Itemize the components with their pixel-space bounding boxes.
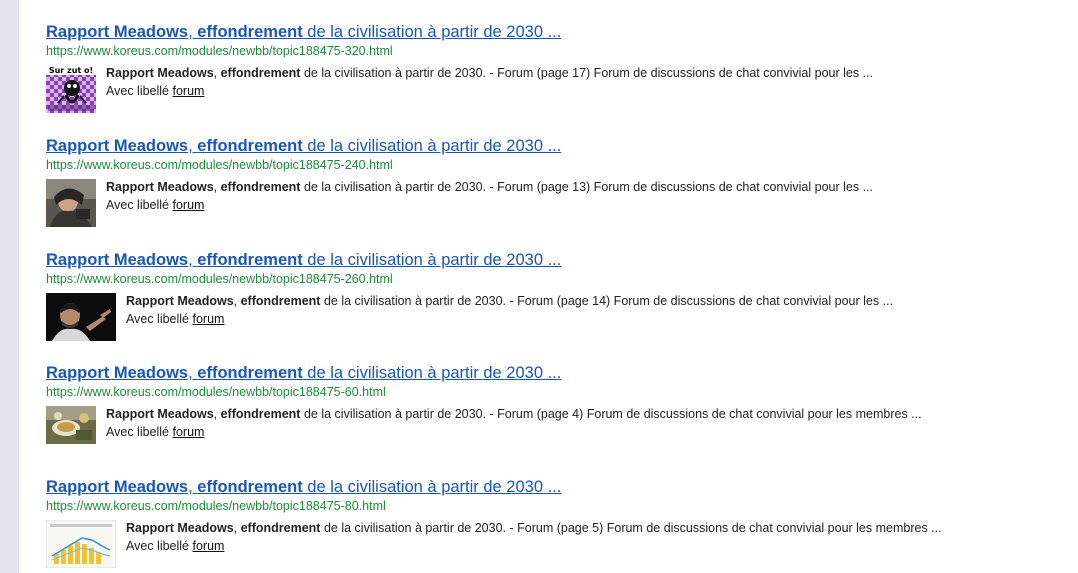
results-list: Rapport Meadows, effondrement de la civi…: [46, 22, 1056, 573]
snippet-bold-2: effondrement: [240, 521, 321, 535]
result-title-link[interactable]: Rapport Meadows, effondrement de la civi…: [46, 250, 561, 270]
result-title-link[interactable]: Rapport Meadows, effondrement de la civi…: [46, 477, 561, 497]
result-tagline: Avec libellé forum: [106, 196, 873, 214]
forum-tag-link[interactable]: forum: [172, 198, 204, 212]
snippet-rest: de la civilisation à partir de 2030. - F…: [320, 521, 942, 535]
title-bold-1: Rapport Meadows: [46, 251, 189, 269]
title-rest: de la civilisation à partir de 2030 ...: [302, 23, 562, 41]
result-tagline: Avec libellé forum: [126, 537, 942, 555]
tag-prefix: Avec libellé: [126, 539, 193, 553]
result-body: Rapport Meadows, effondrement de la civi…: [46, 519, 1056, 568]
tag-prefix: Avec libellé: [106, 84, 173, 98]
man-pointing-photo-icon[interactable]: [46, 293, 116, 341]
snippet-bold-2: effondrement: [220, 407, 301, 421]
forum-tag-link[interactable]: forum: [172, 425, 204, 439]
snippet-sep: ,: [233, 521, 241, 535]
title-sep: ,: [188, 478, 198, 496]
tag-prefix: Avec libellé: [106, 425, 173, 439]
snippet-bold-2: effondrement: [220, 66, 301, 80]
snippet-rest: de la civilisation à partir de 2030. - F…: [320, 294, 893, 308]
title-bold-1: Rapport Meadows: [46, 478, 189, 496]
result-tagline: Avec libellé forum: [106, 423, 922, 441]
result-url: https://www.koreus.com/modules/newbb/top…: [46, 44, 393, 58]
person-photo-icon[interactable]: [46, 179, 96, 227]
snippet-sep: ,: [233, 294, 241, 308]
result-text: Rapport Meadows, effondrement de la civi…: [106, 405, 922, 441]
result-url: https://www.koreus.com/modules/newbb/top…: [46, 385, 386, 399]
result-url: https://www.koreus.com/modules/newbb/top…: [46, 158, 393, 172]
result-item: Rapport Meadows, effondrement de la civi…: [46, 22, 1056, 136]
result-snippet: Rapport Meadows, effondrement de la civi…: [126, 519, 942, 537]
snippet-bold-1: Rapport Meadows: [106, 180, 214, 194]
tag-prefix: Avec libellé: [106, 198, 173, 212]
snippet-rest: de la civilisation à partir de 2030. - F…: [300, 180, 873, 194]
forum-tag-link[interactable]: forum: [192, 539, 224, 553]
title-rest: de la civilisation à partir de 2030 ...: [302, 137, 562, 155]
result-title-link[interactable]: Rapport Meadows, effondrement de la civi…: [46, 136, 561, 156]
result-text: Rapport Meadows, effondrement de la civi…: [106, 64, 873, 100]
tag-prefix: Avec libellé: [126, 312, 193, 326]
snippet-bold-1: Rapport Meadows: [126, 521, 234, 535]
snippet-bold-2: effondrement: [240, 294, 321, 308]
title-sep: ,: [188, 23, 198, 41]
result-snippet: Rapport Meadows, effondrement de la civi…: [106, 405, 922, 423]
snippet-bold-1: Rapport Meadows: [106, 66, 214, 80]
title-bold-2: effondrement: [197, 23, 303, 41]
result-tagline: Avec libellé forum: [106, 82, 873, 100]
title-rest: de la civilisation à partir de 2030 ...: [302, 478, 562, 496]
result-body: Sur zut o! Rapport Meadows, effondrement…: [46, 64, 1056, 113]
chart-thumbnail-icon[interactable]: [46, 520, 116, 568]
title-bold-2: effondrement: [197, 364, 303, 382]
snippet-sep: ,: [213, 180, 221, 194]
food-table-photo-icon[interactable]: [46, 406, 96, 454]
title-bold-2: effondrement: [197, 478, 303, 496]
snippet-sep: ,: [213, 66, 221, 80]
result-body: Rapport Meadows, effondrement de la civi…: [46, 405, 1056, 454]
result-item: Rapport Meadows, effondrement de la civi…: [46, 136, 1056, 250]
result-url: https://www.koreus.com/modules/newbb/top…: [46, 499, 386, 513]
result-item: Rapport Meadows, effondrement de la civi…: [46, 250, 1056, 363]
result-text: Rapport Meadows, effondrement de la civi…: [126, 292, 893, 328]
snippet-sep: ,: [213, 407, 221, 421]
forum-tag-link[interactable]: forum: [172, 84, 204, 98]
result-body: Rapport Meadows, effondrement de la civi…: [46, 292, 1056, 341]
title-sep: ,: [188, 251, 198, 269]
cartoon-character-icon[interactable]: Sur zut o!: [46, 65, 96, 113]
result-snippet: Rapport Meadows, effondrement de la civi…: [106, 178, 873, 196]
title-bold-1: Rapport Meadows: [46, 23, 189, 41]
result-tagline: Avec libellé forum: [126, 310, 893, 328]
search-results-page: Rapport Meadows, effondrement de la civi…: [0, 0, 1078, 573]
title-bold-1: Rapport Meadows: [46, 364, 189, 382]
snippet-bold-1: Rapport Meadows: [106, 407, 214, 421]
result-text: Rapport Meadows, effondrement de la civi…: [106, 178, 873, 214]
title-bold-2: effondrement: [197, 251, 303, 269]
title-sep: ,: [188, 364, 198, 382]
result-snippet: Rapport Meadows, effondrement de la civi…: [106, 64, 873, 82]
result-url: https://www.koreus.com/modules/newbb/top…: [46, 272, 393, 286]
result-item: Rapport Meadows, effondrement de la civi…: [46, 363, 1056, 477]
snippet-bold-2: effondrement: [220, 180, 301, 194]
forum-tag-link[interactable]: forum: [192, 312, 224, 326]
result-title-link[interactable]: Rapport Meadows, effondrement de la civi…: [46, 363, 561, 383]
result-title-link[interactable]: Rapport Meadows, effondrement de la civi…: [46, 22, 561, 42]
result-snippet: Rapport Meadows, effondrement de la civi…: [126, 292, 893, 310]
snippet-rest: de la civilisation à partir de 2030. - F…: [300, 66, 873, 80]
result-item: Rapport Meadows, effondrement de la civi…: [46, 477, 1056, 573]
title-bold-1: Rapport Meadows: [46, 137, 189, 155]
snippet-rest: de la civilisation à partir de 2030. - F…: [300, 407, 922, 421]
title-rest: de la civilisation à partir de 2030 ...: [302, 251, 562, 269]
title-rest: de la civilisation à partir de 2030 ...: [302, 364, 562, 382]
thumb-caption: Sur zut o!: [49, 66, 93, 75]
left-rail: [0, 0, 19, 573]
snippet-bold-1: Rapport Meadows: [126, 294, 234, 308]
title-sep: ,: [188, 137, 198, 155]
result-body: Rapport Meadows, effondrement de la civi…: [46, 178, 1056, 227]
title-bold-2: effondrement: [197, 137, 303, 155]
result-text: Rapport Meadows, effondrement de la civi…: [126, 519, 942, 555]
